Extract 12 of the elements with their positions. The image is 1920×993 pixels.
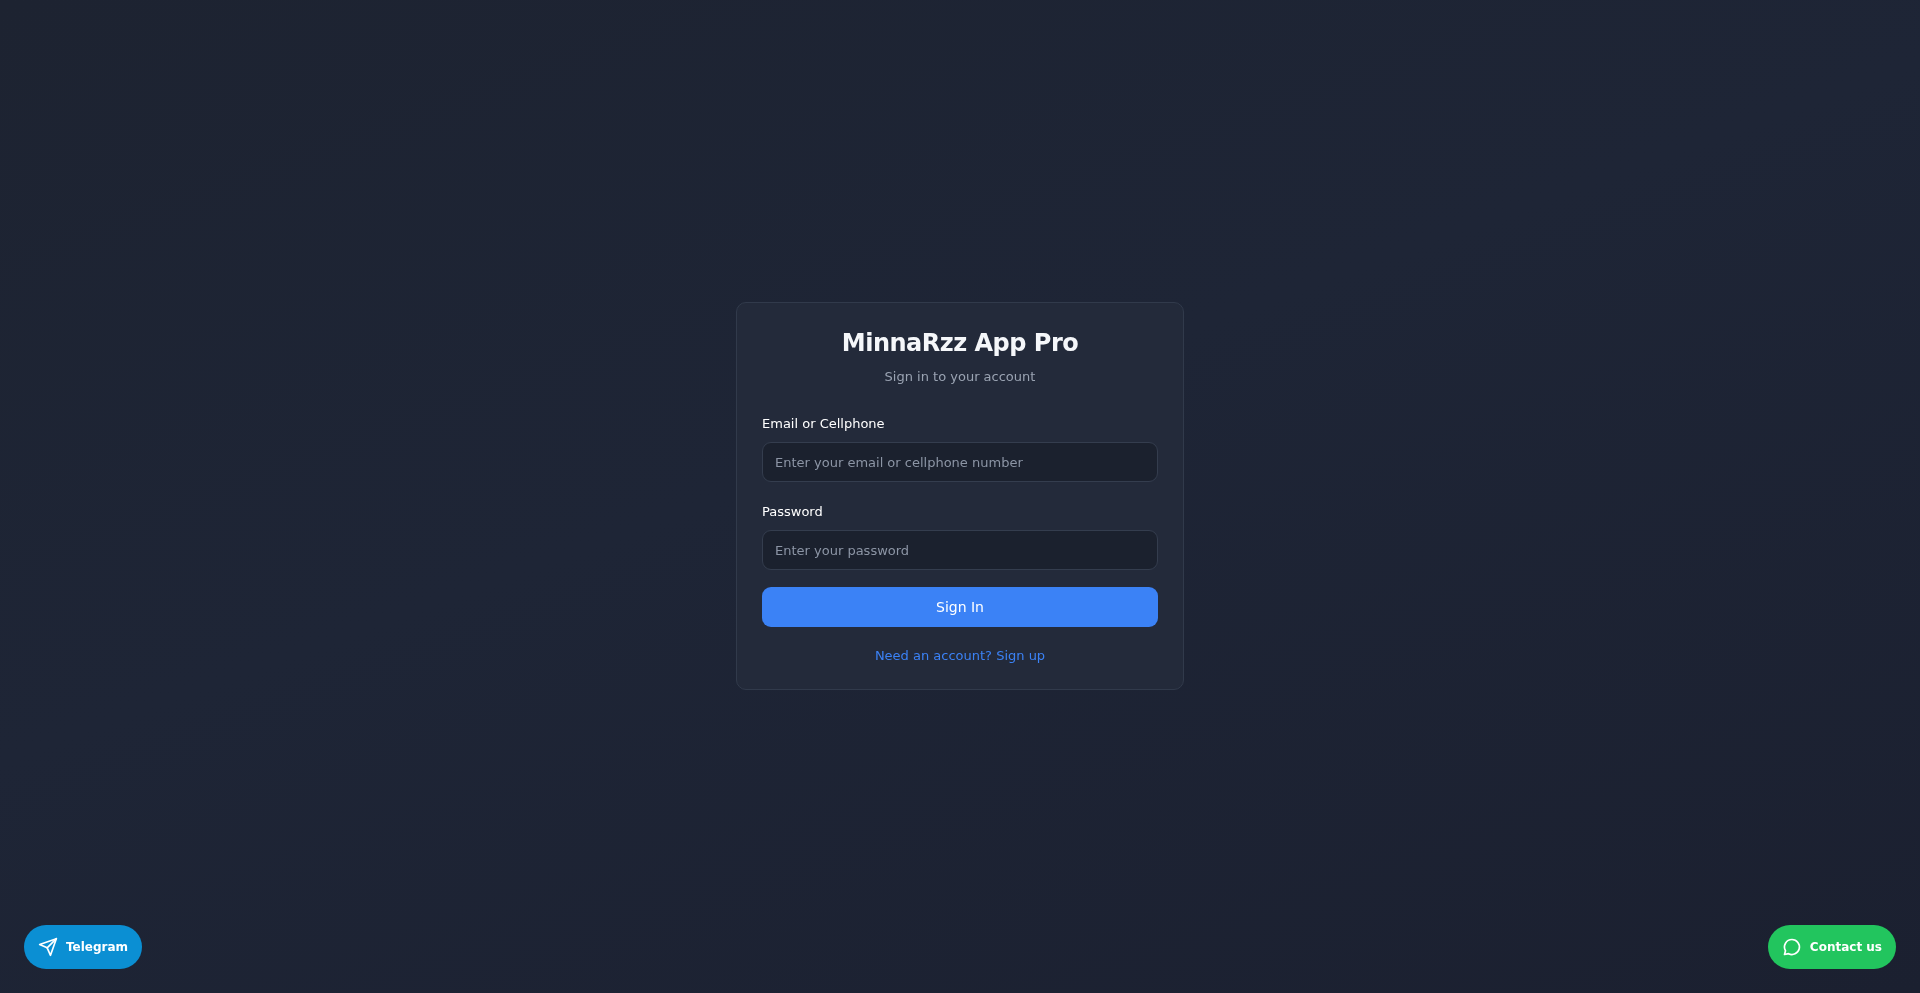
subtitle: Sign in to your account xyxy=(883,368,1037,386)
sign-up-link[interactable]: Need an account? Sign up xyxy=(874,648,1046,663)
app-title: MinnaRzz App Pro xyxy=(840,328,1080,359)
input-field[interactable]: Enter your email or cellphone number xyxy=(762,442,1158,482)
sign-in-button[interactable]: Sign In xyxy=(762,587,1158,627)
chat-icon xyxy=(1781,937,1802,957)
telegram-button[interactable]: Telegram xyxy=(24,925,143,969)
contact-button[interactable]: Contact us xyxy=(1767,925,1896,969)
field-label: Password xyxy=(762,503,823,521)
send-icon xyxy=(38,937,58,957)
input-field[interactable]: Enter your password xyxy=(762,530,1158,570)
field-label: Email or Cellphone xyxy=(762,415,885,433)
